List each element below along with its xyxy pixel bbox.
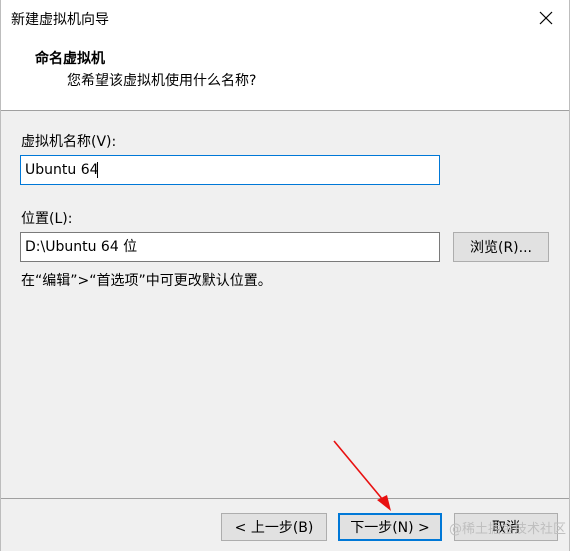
new-vm-wizard-dialog: 新建虚拟机向导 命名虚拟机 您希望该虚拟机使用什么名称? 虚拟机名称(V): U… <box>0 0 570 551</box>
location-hint: 在“编辑”>“首选项”中可更改默认位置。 <box>21 273 272 289</box>
window-title: 新建虚拟机向导 <box>11 12 109 28</box>
back-button[interactable]: < 上一步(B) <box>221 513 327 541</box>
location-input[interactable]: D:\Ubuntu 64 位 <box>20 232 440 262</box>
browse-button[interactable]: 浏览(R)... <box>453 232 549 262</box>
page-subtitle: 您希望该虚拟机使用什么名称? <box>67 73 257 89</box>
title-bar: 新建虚拟机向导 <box>1 0 569 36</box>
location-label: 位置(L): <box>21 211 73 227</box>
close-button[interactable] <box>523 0 569 36</box>
close-icon <box>539 11 553 25</box>
next-button[interactable]: 下一步(N) > <box>338 513 442 541</box>
vm-name-value: Ubuntu 64 <box>25 162 99 178</box>
page-title: 命名虚拟机 <box>35 51 105 67</box>
vm-name-label: 虚拟机名称(V): <box>21 134 117 150</box>
text-caret <box>96 162 98 178</box>
arrow-shaft <box>333 440 384 501</box>
location-value: D:\Ubuntu 64 位 <box>25 239 138 255</box>
vm-name-input[interactable]: Ubuntu 64 <box>20 155 440 185</box>
cancel-button[interactable]: 取消 <box>454 513 558 541</box>
footer-divider <box>1 498 569 499</box>
wizard-header: 命名虚拟机 您希望该虚拟机使用什么名称? <box>1 36 569 111</box>
